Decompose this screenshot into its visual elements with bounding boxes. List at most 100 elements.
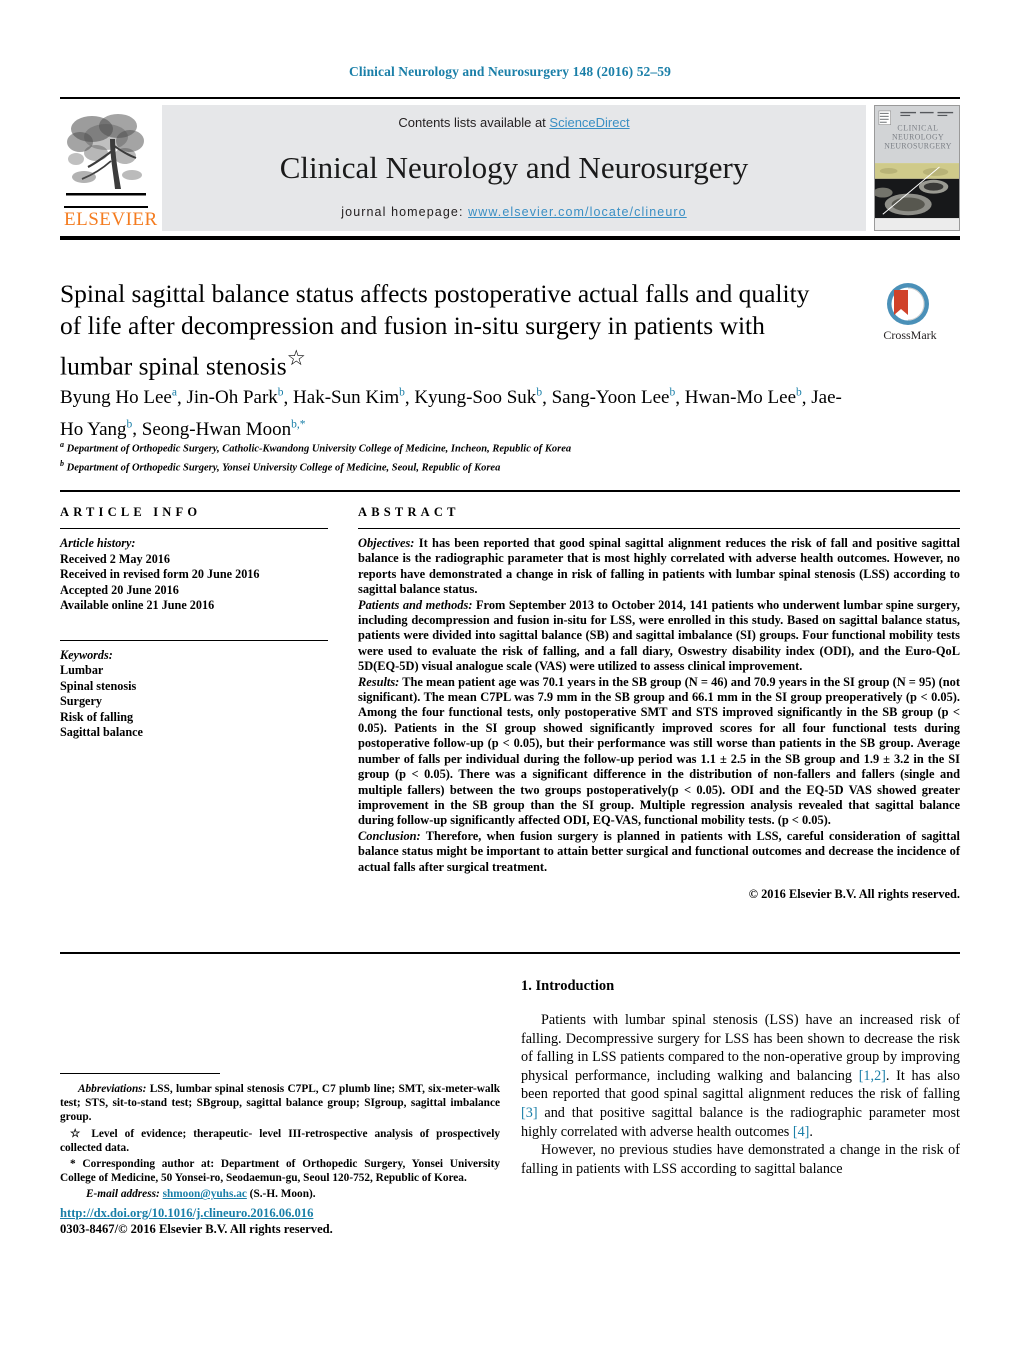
article-history-label: Article history: [60,536,136,550]
abstract-column: ABSTRACT Objectives: It has been reporte… [358,505,960,902]
abstract-section: Conclusion: Therefore, when fusion surge… [358,829,960,875]
author-affil-marker[interactable]: b,* [291,418,305,430]
email-label: E-mail address: [86,1188,160,1201]
history-item: Received 2 May 2016 [60,551,170,566]
abstract-section: Results: The mean patient age was 70.1 y… [358,675,960,829]
keyword-item: Lumbar [60,663,104,677]
author-list: Byung Ho Leea, Jin-Oh Parkb, Hak-Sun Kim… [60,387,842,440]
author-item: Kyung-Soo Sukb [414,387,542,408]
abstract-section-text: Therefore, when fusion surgery is planne… [358,828,960,874]
author-item: Hak-Sun Kimb [293,387,405,408]
journal-title: Clinical Neurology and Neurosurgery [279,150,749,185]
email-suffix: (S.-H. Moon). [246,1188,316,1201]
keyword-item: Sagittal balance [60,725,143,739]
crossmark-badge[interactable]: CrossMark [856,282,960,344]
author-item: Hwan-Mo Leeb [685,387,802,408]
abstract-body: Objectives: It has been reported that go… [358,536,960,902]
keywords-block: Keywords: Lumbar Spinal stenosis Surgery… [60,648,328,741]
article-title-text: Spinal sagittal balance status affects p… [60,279,810,381]
author-item: Byung Ho Leea [60,387,177,408]
keyword-item: Risk of falling [60,709,134,724]
author-name: Hak-Sun Kim [293,387,400,409]
abstract-heading: ABSTRACT [358,505,460,519]
svg-text:CLINICAL: CLINICAL [897,124,938,133]
footnotes-block: Abbreviations: LSS, lumbar spinal stenos… [60,1082,500,1204]
author-name: Byung Ho Lee [60,387,172,409]
affiliation-marker: a [60,440,64,449]
author-affil-marker: b [126,418,133,431]
doi-block: http://dx.doi.org/10.1016/j.clineuro.201… [60,1205,520,1237]
history-item: Received in revised form 20 June 2016 [60,567,260,581]
contents-prefix: Contents lists available at [398,115,550,130]
doi-link[interactable]: http://dx.doi.org/10.1016/j.clineuro.201… [60,1206,313,1220]
abstract-section-text: It has been reported that good spinal sa… [358,536,960,597]
elsevier-tree-icon [66,114,146,196]
title-area: Spinal sagittal balance status affects p… [60,278,960,383]
footnote-email: E-mail address: shmoon@yuhs.ac (S.-H. Mo… [60,1187,500,1201]
keyword-item: Surgery [60,694,102,708]
masthead-center-band: Contents lists available at ScienceDirec… [162,105,866,231]
footnote-corresponding-author: * Corresponding author at: Department of… [60,1157,500,1185]
running-head: Clinical Neurology and Neurosurgery 148 … [349,64,671,79]
author-item: Seong-Hwan Moonb,* [142,418,306,439]
footnote-divider [60,1073,220,1074]
author-name: Kyung-Soo Suk [414,387,537,409]
journal-cover-thumbnail: CLINICAL NEUROLOGY NEUROSURGERY [874,105,960,231]
email-link[interactable]: shmoon@yuhs.ac [163,1188,247,1200]
elsevier-logo: ELSEVIER [60,105,157,231]
author-item: Sang-Yoon Leeb [552,387,676,408]
author-item: Jin-Oh Parkb [186,387,283,408]
author-name: Hwan-Mo Lee [684,387,797,409]
contents-line: Contents lists available at ScienceDirec… [398,115,629,130]
svg-text:NEUROLOGY: NEUROLOGY [892,132,944,141]
sciencedirect-link[interactable]: ScienceDirect [549,115,629,130]
abstract-section-text: The mean patient age was 70.1 years in t… [358,674,960,828]
author-affil-marker: a [171,387,177,399]
author-affil-marker: b [536,387,543,399]
intro-text-d: . [809,1123,813,1140]
affiliation-item: b Department of Orthopedic Surgery, Yons… [60,457,860,476]
homepage-line: journal homepage: www.elsevier.com/locat… [341,205,686,219]
citation-ref[interactable]: [1,2] [859,1068,886,1084]
crossmark-icon[interactable] [886,282,930,326]
citation-ref[interactable]: [4] [793,1124,810,1140]
intro-text-c: and that positive sagittal balance is th… [521,1104,960,1140]
cover-artwork: CLINICAL NEUROLOGY NEUROSURGERY [875,106,959,230]
affiliation-item: a Department of Orthopedic Surgery, Cath… [60,438,860,457]
svg-text:NEUROSURGERY: NEUROSURGERY [884,141,952,150]
abstract-copyright: © 2016 Elsevier B.V. All rights reserved… [748,886,960,901]
abstract-section: Objectives: It has been reported that go… [358,536,960,598]
abstract-divider [358,528,960,529]
article-history-block: Article history: Received 2 May 2016 Rec… [60,536,328,614]
article-page: Clinical Neurology and Neurosurgery 148 … [0,0,1020,1351]
journal-homepage-link[interactable]: www.elsevier.com/locate/clineuro [468,205,687,219]
star-text: Level of evidence; therapeutic- level II… [60,1127,500,1154]
keywords-label: Keywords: [60,647,113,662]
citation-ref[interactable]: [3] [521,1105,538,1121]
elsevier-wordmark: ELSEVIER [64,206,157,229]
article-info-heading: ARTICLE INFO [60,505,202,519]
abstract-section-label: Patients and methods: [358,597,473,612]
page-title: Spinal sagittal balance status affects p… [60,278,820,383]
affiliation-list: a Department of Orthopedic Surgery, Cath… [60,438,860,475]
star-marker: ☆ [70,1127,85,1140]
introduction-paragraph-1: Patients with lumbar spinal stenosis (LS… [521,1011,960,1141]
homepage-prefix: journal homepage: [341,205,469,219]
author-affil-marker: b [669,387,676,399]
history-item: Accepted 20 June 2016 [60,582,179,597]
corresponding-author-text: Corresponding author at: Department of O… [60,1158,500,1185]
keywords-divider [60,639,328,641]
author-affil-marker: b [399,387,405,399]
journal-masthead: ELSEVIER Contents lists available at Sci… [60,97,960,240]
abstract-section-label: Results: [358,674,400,689]
article-info-column: ARTICLE INFO Article history: Received 2… [60,505,328,741]
article-info-divider [60,528,328,529]
affiliation-text: Department of Orthopedic Surgery, Cathol… [66,443,572,455]
crossmark-label: CrossMark [883,328,937,343]
abstract-bottom-rule [60,952,960,954]
author-affil-marker: b [796,387,802,399]
author-name: Jin-Oh Park [186,387,278,409]
footnote-level-of-evidence: ☆ Level of evidence; therapeutic- level … [60,1127,500,1155]
title-footnote-marker: ☆ [286,346,306,370]
